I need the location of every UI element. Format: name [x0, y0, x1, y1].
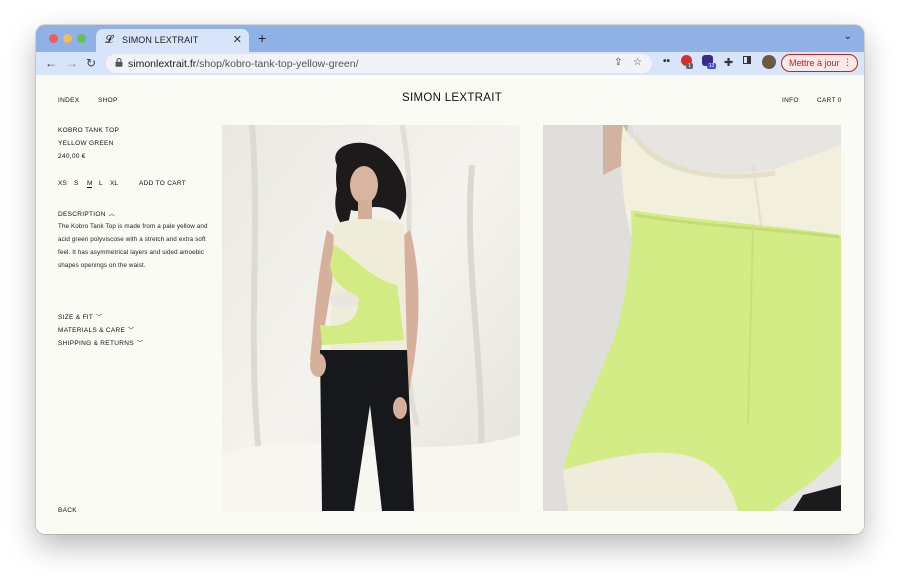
add-to-cart-button[interactable]: ADD TO CART: [139, 180, 186, 187]
chevron-down-icon: ﹀: [96, 315, 103, 321]
tab-search-chevron-icon[interactable]: ⌄: [844, 31, 852, 42]
extension-purple-icon[interactable]: 13: [702, 55, 716, 69]
extension-dots-icon[interactable]: ••: [663, 56, 670, 67]
chevron-down-icon: ﹀: [136, 341, 144, 347]
size-xl[interactable]: XL: [110, 180, 118, 187]
description-text: The Kobro Tank Top is made from a pale y…: [58, 223, 208, 269]
tab-strip: 𝓛 SIMON LEXTRAIT ✕ + ⌄: [36, 25, 864, 52]
size-m[interactable]: M: [87, 180, 93, 188]
product-price: 240,00 €: [58, 153, 86, 160]
brand-favicon-icon: 𝓛: [105, 34, 113, 46]
nav-shop[interactable]: SHOP: [98, 97, 118, 104]
chevron-up-icon: ︿: [108, 212, 116, 218]
site-logo[interactable]: SIMON LEXTRAIT: [402, 92, 502, 104]
address-bar[interactable]: simonlextrait.fr/shop/kobro-tank-top-yel…: [106, 54, 652, 73]
new-tab-button[interactable]: +: [258, 30, 266, 46]
tab-simon-lextrait[interactable]: 𝓛 SIMON LEXTRAIT ✕: [96, 29, 249, 52]
product-photo-model[interactable]: [222, 125, 520, 511]
minimize-window-button[interactable]: [63, 34, 72, 43]
model-photo-illustration: [222, 125, 520, 511]
update-label: Mettre à jour: [789, 58, 840, 68]
size-s[interactable]: S: [74, 180, 78, 187]
close-window-button[interactable]: [49, 34, 58, 43]
side-panel-icon[interactable]: [743, 56, 751, 67]
reload-icon[interactable]: ↻: [86, 56, 96, 70]
close-tab-icon[interactable]: ✕: [233, 33, 242, 46]
back-link[interactable]: BACK: [58, 507, 77, 514]
maximize-window-button[interactable]: [77, 34, 86, 43]
bookmark-star-icon[interactable]: ☆: [633, 57, 642, 68]
url-text: simonlextrait.fr/shop/kobro-tank-top-yel…: [128, 58, 359, 70]
extension-red-icon[interactable]: 1: [681, 55, 693, 69]
description-toggle[interactable]: DESCRIPTION ︿: [58, 209, 115, 218]
accordion-label: SHIPPING & RETURNS: [58, 340, 134, 347]
product-name: KOBRO TANK TOP: [58, 127, 120, 134]
shipping-returns-toggle[interactable]: SHIPPING & RETURNS ﹀: [58, 338, 143, 347]
browser-toolbar: ← → ↻ simonlextrait.fr/shop/kobro-tank-t…: [36, 52, 864, 75]
browser-window: 𝓛 SIMON LEXTRAIT ✕ + ⌄ ← → ↻ simonlextra…: [36, 25, 864, 534]
back-arrow-icon[interactable]: ←: [45, 56, 57, 70]
materials-care-toggle[interactable]: MATERIALS & CARE ﹀: [58, 325, 134, 334]
size-l[interactable]: L: [99, 180, 103, 187]
extension-badge: 1: [686, 63, 693, 69]
extension-badge: 13: [707, 63, 716, 69]
nav-cart[interactable]: CART 0: [817, 97, 842, 104]
share-icon[interactable]: ⇪: [614, 57, 622, 68]
closeup-photo-illustration: [543, 125, 841, 511]
product-color: YELLOW GREEN: [58, 140, 114, 147]
accordion-label: SIZE & FIT: [58, 314, 94, 321]
site-page: INDEX SHOP SIMON LEXTRAIT INFO CART 0 KO…: [36, 75, 864, 534]
profile-avatar[interactable]: [762, 55, 776, 69]
size-xs[interactable]: XS: [58, 180, 67, 187]
update-button[interactable]: Mettre à jour ⋮: [781, 54, 858, 72]
accordion-label: MATERIALS & CARE: [58, 327, 126, 334]
description-label: DESCRIPTION: [58, 211, 106, 218]
product-photo-closeup[interactable]: [543, 125, 841, 511]
size-fit-toggle[interactable]: SIZE & FIT ﹀: [58, 312, 102, 321]
menu-dots-icon[interactable]: ⋮: [843, 57, 852, 68]
nav-index[interactable]: INDEX: [58, 97, 79, 104]
nav-info[interactable]: INFO: [782, 97, 799, 104]
lock-icon: [115, 58, 123, 67]
forward-arrow-icon[interactable]: →: [66, 56, 78, 70]
tab-title: SIMON LEXTRAIT: [122, 35, 199, 45]
puzzle-extensions-icon[interactable]: ✚: [724, 56, 733, 69]
chevron-down-icon: ﹀: [128, 328, 135, 334]
